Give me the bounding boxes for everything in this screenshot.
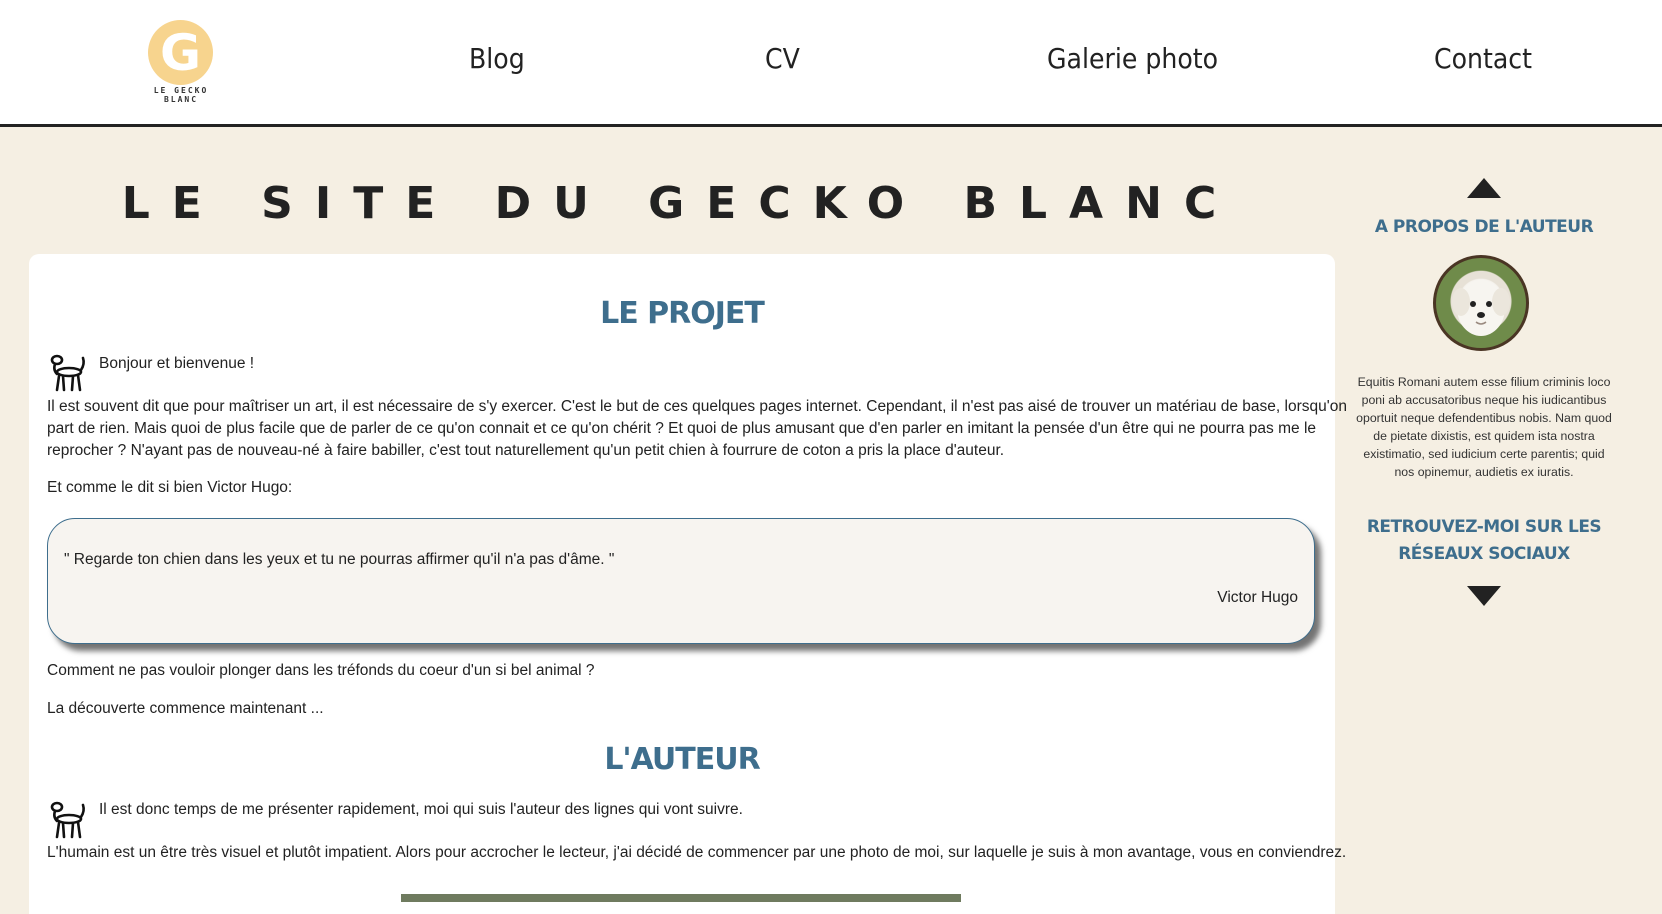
nav-contact[interactable]: Contact: [1434, 42, 1532, 75]
author-photo: [401, 894, 961, 902]
nav-galerie-photo[interactable]: Galerie photo: [1047, 42, 1218, 75]
after-quote-2: La découverte commence maintenant ...: [47, 700, 324, 717]
author-title: L'AUTEUR: [604, 742, 760, 777]
about-text: Equitis Romani autem esse filium crimini…: [1356, 375, 1612, 479]
author-avatar: [1433, 255, 1529, 351]
main-content: LE PROJET Bonjour et bienvenue ! Il est …: [29, 254, 1347, 914]
balloon-dog-icon: [50, 801, 85, 839]
about-heading: A PROPOS DE L'AUTEUR: [1374, 217, 1594, 237]
author-intro: Il est donc temps de me présenter rapide…: [99, 801, 743, 818]
sidebar: A PROPOS DE L'AUTEUR Equitis Romani aute…: [1346, 170, 1622, 610]
arrow-up-icon[interactable]: [1467, 178, 1501, 198]
project-greeting: Bonjour et bienvenue !: [99, 355, 255, 372]
logo-letter: G: [159, 24, 202, 82]
author-paragraph: L'humain est un être très visuel et plut…: [47, 844, 1347, 861]
nav-cv[interactable]: CV: [765, 42, 800, 75]
quote-box: " Regarde ton chien dans les yeux et tu …: [47, 518, 1315, 644]
nav-blog[interactable]: Blog: [469, 42, 525, 75]
social-heading-line1: RETROUVEZ-MOI SUR LES: [1366, 517, 1602, 537]
social-heading-line2: RÉSEAUX SOCIAUX: [1398, 544, 1570, 564]
project-title: LE PROJET: [600, 296, 765, 331]
site-header: G LE GECKO BLANC Blog CV Galerie photo C…: [0, 0, 1662, 127]
site-title: LE SITE DU GECKO BLANC: [121, 178, 1239, 229]
arrow-down-icon[interactable]: [1467, 586, 1501, 606]
quote-intro: Et comme le dit si bien Victor Hugo:: [47, 479, 293, 496]
project-paragraph: Il est souvent dit que pour maîtriser un…: [47, 398, 1347, 459]
quote-author: Victor Hugo: [1217, 589, 1298, 606]
balloon-dog-icon: [50, 354, 85, 392]
quote-text: " Regarde ton chien dans les yeux et tu …: [64, 551, 615, 568]
after-quote-1: Comment ne pas vouloir plonger dans les …: [47, 662, 595, 679]
dog-face-icon: [1452, 280, 1510, 336]
site-logo[interactable]: G LE GECKO BLANC: [140, 20, 222, 104]
logo-text: LE GECKO BLANC: [153, 86, 209, 104]
